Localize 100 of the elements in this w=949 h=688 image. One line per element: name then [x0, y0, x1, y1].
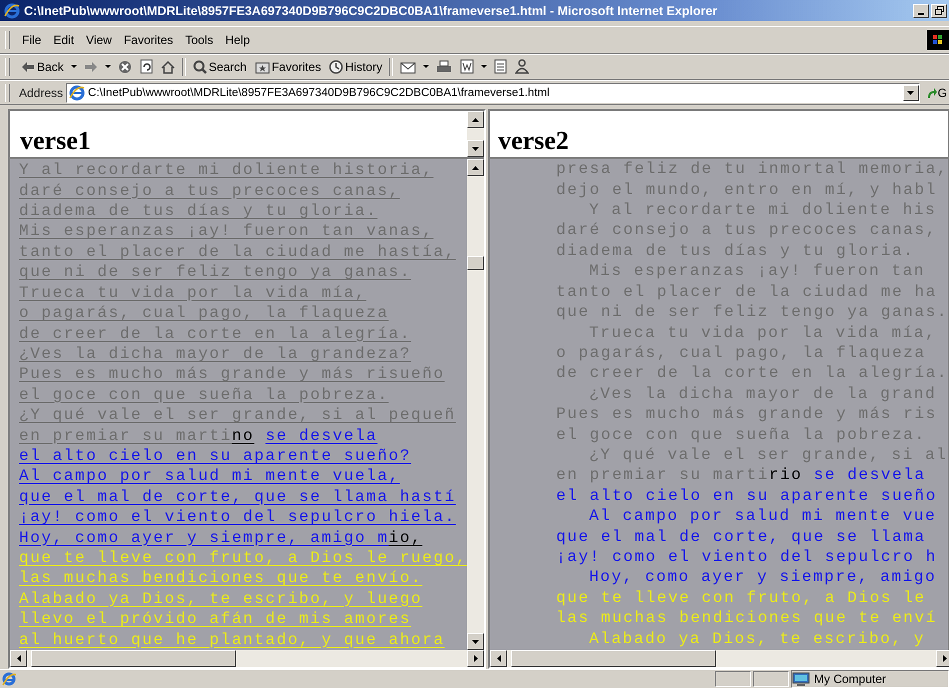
scroll-down-button[interactable]	[467, 140, 484, 158]
stop-icon	[118, 60, 132, 74]
verse-text: io,	[388, 528, 422, 547]
verse-text: Y al recordarte mi doliente his	[588, 201, 936, 220]
verse-text: dejo el mundo, entro en mí, y habl	[556, 180, 937, 199]
arrow-left-icon	[496, 655, 501, 662]
printer-icon	[436, 60, 452, 74]
back-button[interactable]: Back	[18, 56, 67, 78]
minimize-icon	[918, 12, 924, 15]
verse-text: o pagarás, cual pago, la flaqueza	[556, 344, 926, 362]
arrow-up-icon	[472, 118, 480, 122]
restore-icon	[934, 6, 944, 16]
verse-text: tanto el placer de la ciudad me hastía,	[19, 242, 456, 261]
verse-text: ¿Y qué vale el ser grande, si al	[588, 446, 948, 464]
status-pane	[715, 671, 751, 687]
search-button[interactable]: Search	[190, 56, 250, 78]
frame-heading: verse2	[497, 125, 570, 158]
verse-text: Hoy, como ayer y siempre, amigo	[588, 568, 936, 586]
scroll-left-button[interactable]	[10, 650, 27, 667]
menu-item[interactable]: File	[16, 33, 48, 47]
horizontal-scrollbar[interactable]	[490, 650, 949, 667]
maximize-button[interactable]	[931, 4, 947, 18]
windows-logo	[927, 30, 949, 50]
arrow-down-icon	[472, 146, 480, 151]
security-zone: My Computer	[814, 672, 886, 686]
minimize-button[interactable]	[913, 4, 929, 18]
favorites-button[interactable]: Favorites	[252, 56, 324, 78]
scroll-thumb[interactable]	[511, 650, 716, 667]
menu-item[interactable]: View	[80, 33, 118, 47]
verse-text: se desvela	[265, 426, 378, 445]
vertical-scrollbar[interactable]	[467, 111, 484, 158]
scroll-up-button[interactable]	[467, 159, 484, 176]
verse-text: el goce con que sueña la pobreza.	[19, 386, 389, 404]
verse-text: de creer de la corte en la alegría.	[19, 324, 412, 342]
browser-icon	[4, 2, 20, 19]
arrow-right-icon	[942, 655, 947, 662]
address-label: Address	[19, 86, 64, 100]
verse-text: al huerto que he plantado, y que ahora	[19, 630, 445, 649]
menu-item[interactable]: Edit	[47, 33, 80, 47]
verse-text: Mis esperanzas ¡ay! fueron tan	[588, 262, 926, 280]
verse-text: Pues es mucho más grande y más ris	[556, 405, 937, 424]
verse-text: las muchas bendiciones que te enví	[556, 609, 937, 628]
scroll-left-button[interactable]	[490, 650, 508, 667]
caret-icon	[423, 65, 430, 68]
verse-text: llevo el próvido afán de mis amores	[19, 610, 412, 628]
scroll-right-button[interactable]	[936, 650, 949, 667]
verse-text: Trueca tu vida por la vida mía,	[19, 284, 366, 302]
back-arrow-icon	[21, 60, 35, 73]
vertical-scrollbar[interactable]	[467, 159, 484, 650]
verse-text: o pagarás, cual pago, la flaqueza	[19, 304, 389, 322]
menu-item[interactable]: Help	[219, 33, 256, 47]
frame-heading: verse1	[19, 125, 92, 158]
caret-icon	[907, 90, 914, 95]
verse-text: se desvela	[814, 466, 926, 484]
menu-item[interactable]: Tools	[179, 33, 220, 47]
verse-text: Hoy, como ayer y siempre, amigo m	[19, 528, 389, 547]
verse-text: no	[232, 426, 254, 445]
verse-text: ¿Ves la dicha mayor de la grand	[588, 384, 936, 403]
go-button[interactable]: G	[926, 86, 949, 100]
verse-text: en premiar su marti	[19, 426, 232, 445]
verse-text: Alabado ya Dios, te escribo, y luego	[19, 590, 422, 608]
verse-text: Alabado ya Dios, te escribo, y	[588, 630, 926, 648]
person-icon	[515, 59, 530, 74]
verse-text: Al campo por salud mi mente vue	[588, 507, 936, 526]
verse-text: diadema de tus días y tu gloria.	[556, 242, 915, 260]
verse-text: el goce con que sueña la pobreza.	[556, 426, 926, 444]
verse-text: de creer de la corte en la alegría.	[556, 364, 948, 382]
scroll-thumb[interactable]	[467, 256, 484, 270]
verse-text: tanto el placer de la ciudad me ha	[556, 282, 937, 301]
horizontal-scrollbar[interactable]	[10, 650, 484, 667]
history-button[interactable]: History	[326, 56, 386, 78]
clock-icon	[329, 60, 344, 74]
verse-text: las muchas bendiciones que te envío.	[19, 569, 422, 588]
computer-icon	[792, 672, 810, 686]
browser-icon	[2, 672, 16, 686]
dropdown-button[interactable]	[902, 84, 919, 101]
verse-text: rio	[768, 466, 803, 484]
verse-text: daré consejo a tus precoces canas,	[19, 182, 400, 200]
scroll-down-button[interactable]	[467, 633, 484, 650]
go-arrow-icon	[926, 86, 937, 99]
scroll-right-button[interactable]	[467, 650, 484, 667]
scroll-up-button[interactable]	[467, 111, 484, 128]
verse-text: Y al recordarte mi doliente historia,	[19, 161, 434, 180]
house-icon	[160, 60, 175, 74]
verse-text: que el mal de corte, que se llama hastí	[19, 488, 456, 506]
menu-item[interactable]: Favorites	[118, 33, 180, 47]
toolbar-grip	[5, 31, 10, 49]
window-title: C:\InetPub\wwwroot\MDRLite\8957FE3A697340D9B796C9C2DBC0BA1\frameverse1.html - Microsoft Internet Explorer	[24, 4, 718, 18]
verse-text: Mis esperanzas ¡ay! fueron tan vanas,	[19, 222, 434, 240]
verse-text: en premiar su marti	[556, 466, 769, 484]
verse-text: ¡ay! como el viento del sepulcro hiela.	[19, 508, 456, 526]
verse-text: Trueca tu vida por la vida mía,	[588, 324, 936, 342]
verse-text: daré consejo a tus precoces canas,	[556, 221, 937, 240]
verse-text: Al campo por salud mi mente vuela,	[19, 467, 400, 486]
scroll-thumb[interactable]	[31, 650, 236, 667]
caret-icon	[104, 65, 111, 68]
verse-text: que el mal de corte, que se llama	[556, 528, 926, 546]
document-icon	[460, 59, 474, 74]
arrow-down-icon	[472, 640, 480, 644]
address-field[interactable]: C:\InetPub\wwwroot\MDRLite\8957FE3A697340D9B796C9C2DBC0BA1\frameverse1.html	[66, 82, 920, 103]
